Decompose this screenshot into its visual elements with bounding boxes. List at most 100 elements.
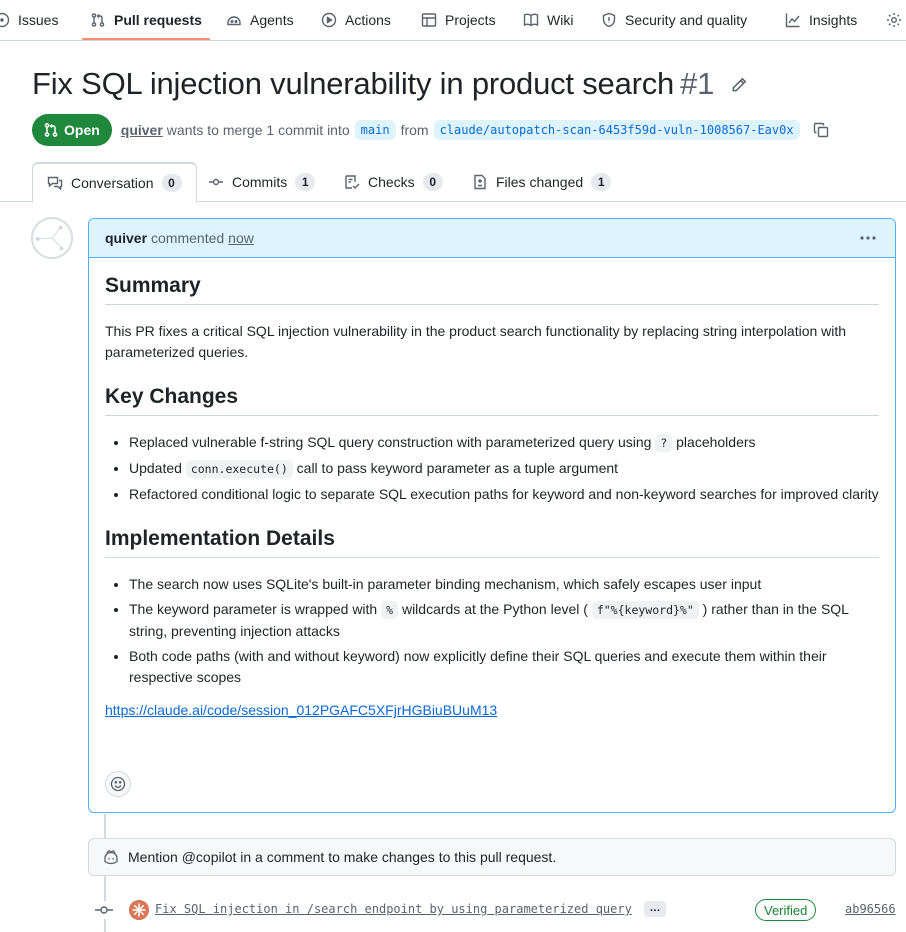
repo-nav: Issues Pull requests Agents Actions Proj… bbox=[0, 0, 906, 41]
tab-label: Checks bbox=[368, 174, 415, 190]
nav-wiki[interactable]: Wiki bbox=[523, 0, 573, 40]
commit-sha-link[interactable]: ab96566 bbox=[845, 902, 896, 916]
tab-counter: 0 bbox=[422, 173, 443, 191]
claude-avatar[interactable] bbox=[129, 900, 149, 920]
pencil-icon[interactable] bbox=[730, 76, 748, 94]
book-icon bbox=[523, 13, 539, 27]
implementation-heading: Implementation Details bbox=[105, 527, 879, 558]
inline-code: ? bbox=[655, 434, 673, 452]
tab-label: Conversation bbox=[71, 175, 154, 191]
comment-header: quiver commented now bbox=[89, 219, 895, 258]
kebab-horizontal-icon[interactable] bbox=[859, 231, 877, 245]
list-item: Both code paths (with and without keywor… bbox=[129, 646, 879, 688]
tab-label: Commits bbox=[232, 174, 288, 190]
merge-from-text: from bbox=[400, 122, 429, 138]
list-item: Replaced vulnerable f-string SQL query c… bbox=[129, 432, 879, 454]
comment-author[interactable]: quiver bbox=[105, 230, 147, 246]
nav-label: Issues bbox=[18, 12, 59, 28]
inline-code: conn.execute() bbox=[185, 460, 293, 478]
key-changes-heading: Key Changes bbox=[105, 385, 879, 416]
state-badge: Open bbox=[32, 114, 112, 146]
list-text: call to pass keyword parameter as a tupl… bbox=[296, 460, 619, 476]
pr-tabs: Conversation 0 Commits 1 Checks 0 Files … bbox=[0, 162, 906, 203]
shield-icon bbox=[602, 12, 616, 28]
git-commit-icon bbox=[209, 178, 223, 186]
list-text: Updated bbox=[129, 460, 182, 476]
summary-heading: Summary bbox=[105, 274, 879, 305]
table-icon bbox=[421, 13, 437, 27]
tab-conversation[interactable]: Conversation 0 bbox=[32, 162, 197, 203]
file-diff-icon bbox=[474, 174, 486, 190]
implementation-list: The search now uses SQLite's built-in pa… bbox=[105, 574, 879, 688]
inline-code: f"%{keyword}%" bbox=[591, 601, 699, 619]
tab-counter: 1 bbox=[295, 173, 316, 191]
state-label: Open bbox=[64, 122, 100, 138]
nav-label: Actions bbox=[345, 12, 391, 28]
play-icon bbox=[321, 12, 337, 28]
nav-actions[interactable]: Actions bbox=[321, 0, 391, 40]
commit-row: Fix SQL injection in /search endpoint by… bbox=[0, 894, 906, 926]
commit-message-link[interactable]: Fix SQL injection in /search endpoint by… bbox=[155, 902, 632, 916]
nav-label: Projects bbox=[445, 12, 496, 28]
tab-checks[interactable]: Checks 0 bbox=[330, 162, 457, 202]
copy-icon[interactable] bbox=[813, 122, 829, 138]
copilot-hint-text: Mention @copilot in a comment to make ch… bbox=[128, 849, 557, 865]
gear-icon bbox=[887, 13, 901, 27]
list-item: Updated conn.execute() call to pass keyw… bbox=[129, 458, 879, 480]
list-text: wildcards at the Python level ( bbox=[401, 601, 588, 617]
nav-pull-requests[interactable]: Pull requests bbox=[90, 0, 202, 40]
list-text: The keyword parameter is wrapped with bbox=[129, 601, 378, 617]
checklist-icon bbox=[345, 175, 360, 189]
tab-files-changed[interactable]: Files changed 1 bbox=[458, 162, 625, 202]
comment-discussion-icon bbox=[47, 176, 63, 191]
nav-label: Security and quality bbox=[625, 12, 748, 28]
agents-icon bbox=[227, 16, 241, 26]
comment-body: Summary This PR fixes a critical SQL inj… bbox=[89, 258, 895, 718]
tab-commits[interactable]: Commits 1 bbox=[194, 162, 329, 202]
tab-counter: 1 bbox=[591, 173, 612, 191]
git-pull-request-icon bbox=[91, 13, 105, 27]
add-reaction-button[interactable] bbox=[105, 771, 131, 797]
nav-label: Wiki bbox=[547, 12, 574, 28]
issue-opened-icon bbox=[0, 12, 10, 28]
git-commit-icon bbox=[93, 901, 115, 919]
list-item: The keyword parameter is wrapped with % … bbox=[129, 599, 879, 642]
git-pull-request-icon bbox=[44, 123, 58, 137]
merge-text: wants to merge 1 commit into bbox=[166, 122, 350, 138]
nav-security[interactable]: Security and quality bbox=[601, 0, 747, 40]
pr-title-text: Fix SQL injection vulnerability in produ… bbox=[32, 66, 675, 101]
nav-issues[interactable]: Issues bbox=[0, 0, 58, 40]
inline-code: % bbox=[381, 601, 399, 619]
session-link[interactable]: https://claude.ai/code/session_012PGAFC5… bbox=[105, 702, 497, 718]
nav-insights[interactable]: Insights bbox=[785, 0, 857, 40]
list-text: Replaced vulnerable f-string SQL query c… bbox=[129, 434, 652, 450]
smiley-icon bbox=[110, 776, 126, 792]
comment-action: commented bbox=[151, 230, 225, 246]
copilot-icon bbox=[104, 850, 118, 865]
nav-label: Agents bbox=[250, 12, 294, 28]
nav-agents[interactable]: Agents bbox=[226, 0, 294, 40]
tab-counter: 0 bbox=[161, 174, 182, 192]
nav-projects[interactable]: Projects bbox=[421, 0, 496, 40]
head-branch[interactable]: claude/autopatch-scan-6453f59d-vuln-1008… bbox=[433, 120, 800, 140]
tab-label: Files changed bbox=[496, 174, 584, 190]
base-branch[interactable]: main bbox=[354, 120, 396, 140]
pr-number: #1 bbox=[680, 66, 715, 101]
comment-timestamp[interactable]: now bbox=[228, 230, 254, 246]
expand-commit-button[interactable]: … bbox=[644, 901, 666, 917]
nav-label: Insights bbox=[809, 12, 858, 28]
avatar[interactable] bbox=[31, 217, 73, 259]
list-item: Refactored conditional logic to separate… bbox=[129, 484, 879, 505]
pr-title: Fix SQL injection vulnerability in produ… bbox=[32, 66, 714, 102]
key-changes-list: Replaced vulnerable f-string SQL query c… bbox=[105, 432, 879, 505]
verified-badge[interactable]: Verified bbox=[755, 899, 817, 921]
pr-description-comment: quiver commented now Summary This PR fix… bbox=[88, 218, 896, 813]
nav-label: Pull requests bbox=[114, 12, 202, 28]
pr-status-row: Open quiver wants to merge 1 commit into… bbox=[32, 114, 829, 146]
nav-settings[interactable] bbox=[886, 0, 902, 40]
pr-author-link[interactable]: quiver bbox=[121, 122, 163, 138]
list-item: The search now uses SQLite's built-in pa… bbox=[129, 574, 879, 595]
graph-icon bbox=[785, 13, 800, 28]
active-nav-underline bbox=[82, 38, 210, 40]
summary-text: This PR fixes a critical SQL injection v… bbox=[105, 323, 847, 360]
